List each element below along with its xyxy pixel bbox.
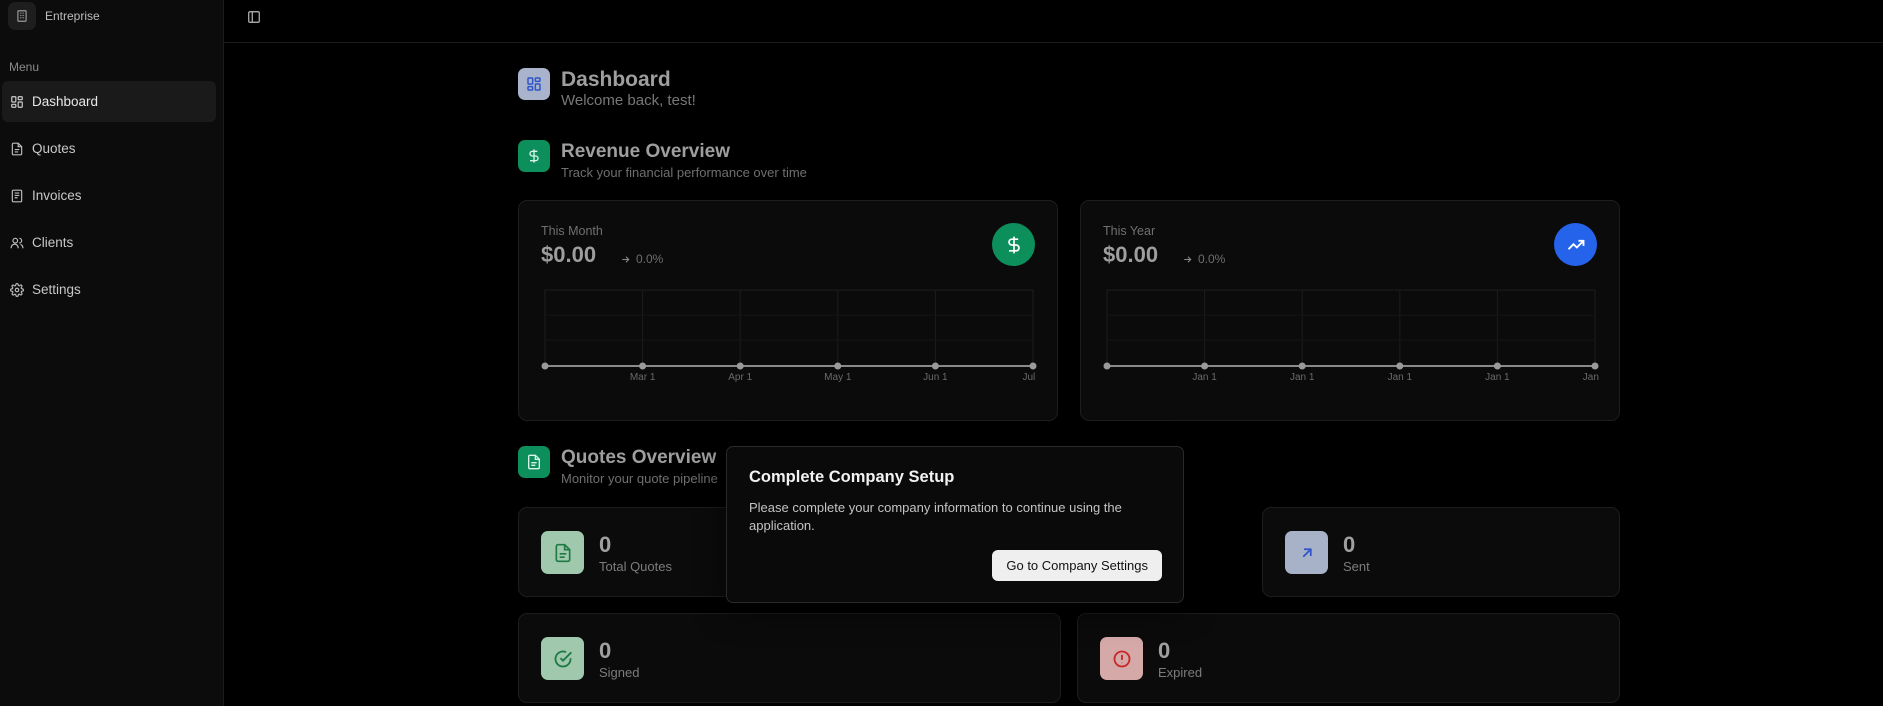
stat-label: Sent [1343,559,1370,574]
go-to-company-settings-button[interactable]: Go to Company Settings [992,550,1162,581]
chart-point [639,362,647,370]
grid-icon [518,68,550,100]
chart-point [1103,362,1111,370]
arrow-right-icon [1184,255,1192,263]
chart-point [834,362,842,370]
chart-tick-label: Jan 1 [1485,372,1510,383]
stat-value: 0 [1343,532,1356,557]
menu-label: Menu [9,60,40,74]
sidebar-toggle-button[interactable] [243,6,265,28]
users-icon [10,237,24,248]
chart-point [1298,362,1306,370]
arrow-up-right-icon [1285,531,1328,574]
section-title: Quotes Overview [561,447,717,468]
section-subtitle: Monitor your quote pipeline [561,471,718,486]
chart-tick-label: Jan 1 [1583,372,1599,383]
building-icon [8,2,36,30]
card-amount: $0.00 [1103,242,1159,267]
document-icon [518,446,550,478]
card-label: This Year [1103,224,1156,238]
stat-card-expired[interactable]: 0 Expired [1077,613,1620,703]
chart-grid-frame [1106,289,1596,367]
revenue-header: Revenue Overview Track your financial pe… [518,140,807,181]
chart-tick-label: Jan 1 [1192,372,1217,383]
chart-point [1396,362,1404,370]
grid-icon [11,95,23,108]
sidebar-item-label: Invoices [32,188,82,203]
stat-card-signed[interactable]: 0 Signed [518,613,1061,703]
sidebar-item-label: Dashboard [32,94,99,109]
dialog-body: Please complete your company information… [749,500,1122,533]
sidebar-item-quotes[interactable]: Quotes [2,128,216,169]
check-circle-icon [541,637,584,680]
chart-point [736,362,744,370]
gear-icon [10,282,24,297]
chart-tick-label: Jan 1 [1290,372,1315,383]
month-revenue-chart: Mar 1 Apr 1 May 1 Jun 1 Jul 1 [541,289,1037,383]
sidebar-item-settings[interactable]: Settings [2,269,216,310]
panel-left-icon [248,11,260,23]
chart-tick-label: Jan 1 [1388,372,1413,383]
card-label: This Month [541,224,603,238]
chart-point [1591,362,1599,370]
sidebar-item-label: Clients [32,235,74,250]
stat-card-sent[interactable]: 0 Sent [1262,507,1620,597]
card-change: 0.0% [620,252,663,266]
revenue-year-card: This Year $0.00 0.0% Jan 1 Jan 1 Jan 1 Jan … [1080,200,1620,421]
stat-value: 0 [599,532,612,557]
stat-label: Signed [599,665,640,680]
chart-tick-label: Jun 1 [923,372,948,383]
main-content: Dashboard Welcome back, test! Revenue Ov… [224,44,1883,706]
chart-tick-label: May 1 [824,372,852,383]
sidebar-item-label: Quotes [32,141,76,156]
sidebar-item-label: Settings [32,282,81,297]
document-icon [541,531,584,574]
chart-grid-frame [544,289,1034,367]
stat-value: 0 [1158,638,1171,663]
chart-point [931,362,939,370]
sidebar-nav: Dashboard Quotes Invoices Clients Settin… [2,81,216,316]
brand[interactable]: Entreprise [0,0,223,32]
card-change: 0.0% [1182,252,1225,266]
document-icon [11,142,23,155]
sidebar-item-invoices[interactable]: Invoices [2,175,216,216]
year-revenue-chart: Jan 1 Jan 1 Jan 1 Jan 1 Jan 1 [1103,289,1599,383]
sidebar-item-dashboard[interactable]: Dashboard [2,81,216,122]
page-title: Dashboard [561,68,671,91]
chart-point [541,362,549,370]
quotes-header: Quotes Overview Monitor your quote pipel… [518,446,718,487]
dollar-icon [518,140,550,172]
chart-point [1201,362,1209,370]
sidebar-item-clients[interactable]: Clients [2,222,216,263]
chart-tick-label: Jul 1 [1022,372,1037,383]
chart-tick-label: Apr 1 [728,372,752,383]
stat-value: 0 [599,638,612,663]
trending-up-icon [1554,223,1597,266]
chart-tick-label: Mar 1 [630,372,656,383]
stat-label: Total Quotes [599,559,672,574]
sidebar: Entreprise Menu Dashboard Quotes Invoice… [0,0,224,706]
dialog-title: Complete Company Setup [749,468,955,486]
dollar-icon [992,223,1035,266]
chart-point [1493,362,1501,370]
page-header: Dashboard Welcome back, test! [518,68,696,109]
page-subtitle: Welcome back, test! [561,92,696,109]
topbar [224,0,1883,43]
section-title: Revenue Overview [561,141,730,162]
alert-circle-icon [1100,637,1143,680]
card-amount: $0.00 [541,242,597,267]
revenue-month-card: This Month $0.00 0.0% Mar 1 Apr 1 May 1 Jun… [518,200,1058,421]
stat-label: Expired [1158,665,1203,680]
company-setup-dialog: Complete Company Setup Please complete y… [726,446,1184,603]
receipt-icon [11,189,23,202]
arrow-right-icon [622,255,630,263]
brand-name: Entreprise [45,9,100,23]
section-subtitle: Track your financial performance over ti… [561,165,807,180]
chart-point [1029,362,1037,370]
